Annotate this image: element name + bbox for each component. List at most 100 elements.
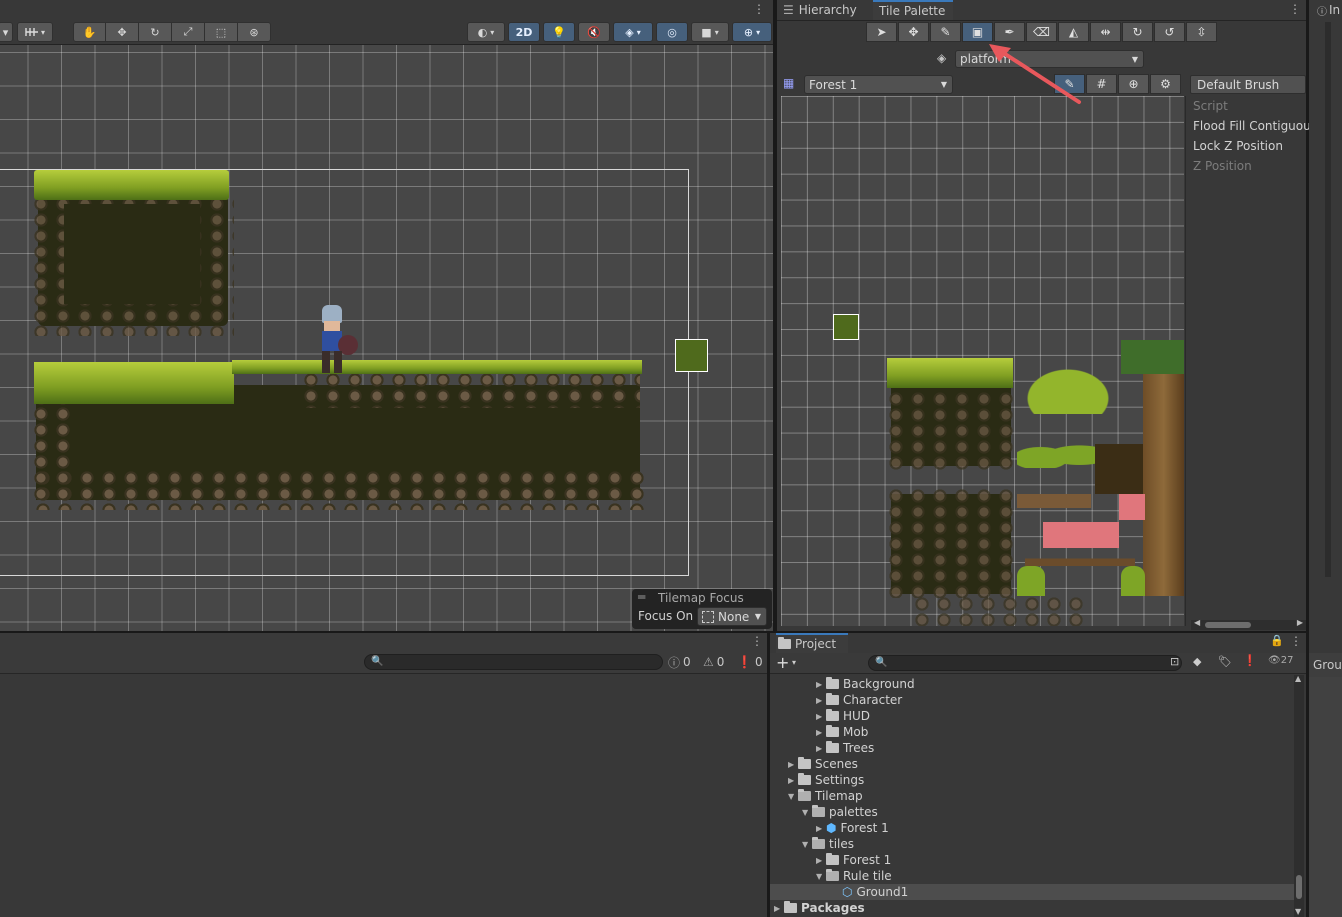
divider [1185, 96, 1186, 626]
selected-tile[interactable] [675, 339, 708, 372]
palette-bridge-plank[interactable] [1017, 494, 1091, 508]
palette-tree-leaves[interactable] [1121, 340, 1184, 374]
palette-highlight-tile[interactable] [1043, 522, 1119, 548]
lock-icon[interactable]: 🔒 [1270, 634, 1284, 647]
focus-on-dropdown[interactable]: None ▼ [697, 607, 767, 626]
tree-label: palettes [829, 805, 878, 819]
more-options-icon[interactable]: ⋮ [1289, 2, 1301, 16]
palette-tree-trunk[interactable] [1143, 374, 1184, 596]
more-options-icon[interactable]: ⋮ [751, 634, 763, 648]
scroll-down-icon[interactable]: ▼ [1295, 907, 1301, 916]
palette-tree-root[interactable] [1095, 444, 1143, 494]
picker-tool-button[interactable]: ✒ [994, 22, 1025, 42]
paint-tool-button[interactable]: ✎ [930, 22, 961, 42]
scale-tool-button[interactable]: ⤢ [171, 22, 205, 42]
tree-item-mob[interactable]: ▶ Mob [816, 724, 868, 740]
console-search-input[interactable]: 🔍 [364, 654, 663, 670]
palette-grass-tufts[interactable] [1017, 436, 1095, 468]
tree-label: Scenes [815, 757, 858, 771]
tree-item-trees[interactable]: ▶ Trees [816, 740, 874, 756]
gizmos-toggle-button[interactable]: ⊕ [1118, 74, 1149, 94]
transform-tool-button[interactable]: ⊛ [237, 22, 271, 42]
draw-mode-button[interactable]: ◐ ▾ [467, 22, 505, 42]
flip-x-button[interactable]: ⇹ [1090, 22, 1121, 42]
move-tool-button[interactable]: ✥ [898, 22, 929, 42]
search-by-type-icon[interactable]: ⊡ [1170, 655, 1179, 668]
tab-hierarchy[interactable]: ☰ Hierarchy [783, 0, 873, 20]
palette-tile-grid[interactable] [781, 96, 1184, 626]
tree-item-packages[interactable]: ▶ Packages [774, 900, 865, 916]
effects-button[interactable]: ◈ ▾ [613, 22, 653, 42]
tree-item-scenes[interactable]: ▶ Scenes [788, 756, 858, 772]
error-count-toggle[interactable]: ❗ 0 [737, 653, 767, 671]
add-button[interactable]: + [776, 653, 789, 672]
hidden-packages-toggle[interactable]: 👁27 [1268, 655, 1293, 666]
rotate-ccw-button[interactable]: ↺ [1154, 22, 1185, 42]
rect-tool-button[interactable]: ⬚ [204, 22, 238, 42]
tab-tile-palette[interactable]: Tile Palette [873, 0, 953, 20]
character-sprite[interactable] [312, 305, 362, 375]
rotate-tool-button[interactable]: ↻ [138, 22, 172, 42]
gizmos-button[interactable]: ⊕ ▾ [732, 22, 772, 42]
camera-button[interactable]: ■ ▾ [691, 22, 729, 42]
2d-toggle-button[interactable]: 2D [508, 22, 540, 42]
tree-item-ground1[interactable]: ⬡ Ground1 [842, 884, 908, 900]
more-options-icon[interactable]: ⋮ [1290, 634, 1302, 648]
palette-bush-small[interactable] [1017, 566, 1045, 596]
scroll-right-icon[interactable]: ▶ [1297, 618, 1303, 627]
flood-fill-label: Flood Fill Contiguous [1193, 119, 1317, 133]
tree-item-settings[interactable]: ▶ Settings [788, 772, 864, 788]
tree-item-character[interactable]: ▶ Character [816, 692, 902, 708]
grid-toggle-button[interactable]: # [1086, 74, 1117, 94]
info-count-toggle[interactable]: ⓘ 0 [668, 653, 698, 671]
box-fill-tool-button[interactable]: ▣ [962, 22, 993, 42]
rotate-cw-button[interactable]: ↻ [1122, 22, 1153, 42]
label-filter-icon[interactable]: 🏷 [1218, 655, 1232, 668]
dropdown-button[interactable]: ▾ [0, 22, 13, 42]
inspector-scrollbar[interactable] [1325, 22, 1331, 577]
scroll-left-icon[interactable]: ◀ [1194, 618, 1200, 627]
scroll-thumb[interactable] [1296, 875, 1302, 899]
tab-project-label: Project [795, 637, 837, 651]
select-tool-button[interactable]: ➤ [866, 22, 897, 42]
palette-tile[interactable] [833, 314, 859, 340]
fill-tool-button[interactable]: ◭ [1058, 22, 1089, 42]
audio-toggle-button[interactable]: 🔇 [578, 22, 610, 42]
tab-inspector[interactable]: ⓘ In [1309, 0, 1342, 20]
flip-y-button[interactable]: ⇳ [1186, 22, 1217, 42]
chevron-down-icon[interactable]: ▾ [792, 658, 796, 667]
scene-view[interactable]: ⋮ ▾ ▾ ✋ ✥ ↻ ⤢ ⬚ ⊛ ◐ ▾ 2D 💡 🔇 ◈ ▾ ◎ ■ ▾ ⊕ ▾ [0, 0, 773, 631]
visibility-toggle-button[interactable]: ◎ [656, 22, 688, 42]
drag-handle-icon[interactable]: ═ [638, 590, 645, 604]
tab-project[interactable]: Project [776, 633, 848, 653]
warning-count-toggle[interactable]: ⚠ 0 [703, 653, 733, 671]
tree-item-background[interactable]: ▶ Background [816, 676, 915, 692]
tree-item-forest-1-palette[interactable]: ▶ ⬢ Forest 1 [816, 820, 889, 836]
eraser-tool-button[interactable]: ⌫ [1026, 22, 1057, 42]
palette-bush[interactable] [1017, 362, 1119, 414]
hand-tool-button[interactable]: ✋ [73, 22, 106, 42]
scroll-up-icon[interactable]: ▲ [1295, 674, 1301, 683]
palette-dropdown[interactable]: Forest 1 ▼ [804, 75, 953, 94]
palette-settings-button[interactable]: ⚙ [1150, 74, 1181, 94]
tree-item-forest-1-tiles[interactable]: ▶ Forest 1 [816, 852, 891, 868]
more-options-icon[interactable]: ⋮ [753, 2, 765, 16]
brush-panel-scrollbar[interactable]: ◀ ▶ [1191, 618, 1306, 630]
tree-item-rule-tile[interactable]: ▼ Rule tile [816, 868, 892, 884]
project-scrollbar[interactable]: ▲ ▼ [1294, 674, 1304, 917]
scroll-thumb[interactable] [1205, 622, 1251, 628]
project-search-input[interactable]: 🔍 [868, 655, 1182, 671]
snap-settings-button[interactable]: ▾ [17, 22, 53, 42]
tree-item-tilemap[interactable]: ▼ Tilemap [788, 788, 863, 804]
tree-item-tiles[interactable]: ▼ tiles [802, 836, 854, 852]
palette-highlight-tile[interactable] [1119, 494, 1145, 520]
tree-item-hud[interactable]: ▶ HUD [816, 708, 870, 724]
palette-bush-small[interactable] [1121, 566, 1145, 596]
filter-type-icon[interactable]: ◆ [1193, 655, 1201, 668]
folder-icon [826, 853, 839, 865]
move-tool-button[interactable]: ✥ [105, 22, 139, 42]
warning-icon[interactable]: ❗ [1243, 654, 1257, 667]
tree-item-palettes[interactable]: ▼ palettes [802, 804, 878, 820]
brush-dropdown[interactable]: Default Brush [1190, 75, 1306, 94]
lighting-toggle-button[interactable]: 💡 [543, 22, 575, 42]
